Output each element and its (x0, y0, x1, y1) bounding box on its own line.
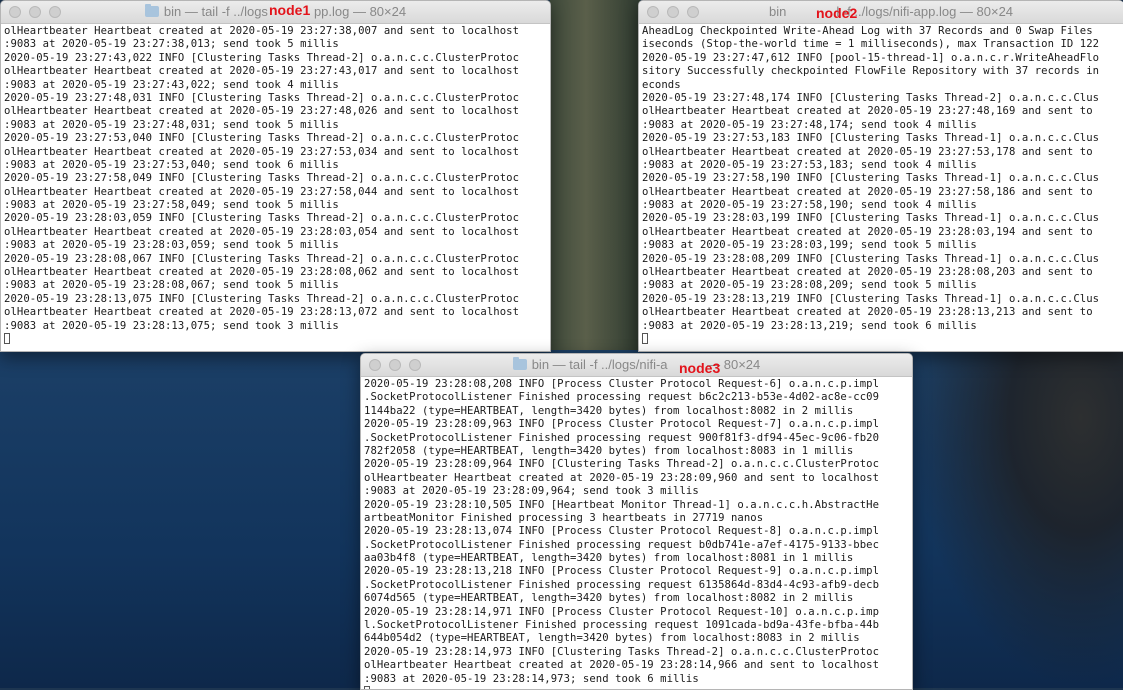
window-title-left: bin — tail -f ../logs/nifi-a (531, 357, 668, 372)
terminal-output[interactable]: 2020-05-19 23:28:08,208 INFO [Process Cl… (361, 377, 912, 689)
log-line: 2020-05-19 23:28:08,067 INFO [Clustering… (4, 252, 520, 265)
log-line: :9083 at 2020-05-19 23:27:58,190; send t… (642, 199, 977, 212)
log-line: :9083 at 2020-05-19 23:28:13,075; send t… (4, 319, 339, 332)
window-title-right: pp.log — 80×24 (313, 4, 407, 19)
log-line: .SocketProtocolListener Finished process… (364, 391, 880, 404)
log-line: 2020-05-19 23:28:13,219 INFO [Clustering… (642, 292, 1100, 305)
log-line: olHeartbeater Heartbeat created at 2020-… (4, 25, 520, 37)
window-title-right: l -f ../logs/nifi-app.log — 80×24 (836, 4, 1014, 19)
desktop-wallpaper-rock (912, 350, 1123, 688)
cursor-icon (642, 332, 648, 344)
log-line: 6074d565 (type=HEARTBEAT, length=3420 by… (364, 592, 854, 605)
log-line: olHeartbeater Heartbeat created at 2020-… (642, 266, 1093, 279)
log-line: olHeartbeater Heartbeat created at 2020-… (4, 225, 520, 238)
log-line: :9083 at 2020-05-19 23:28:14,973; send t… (364, 672, 699, 685)
log-line: :9083 at 2020-05-19 23:27:38,013; send t… (4, 38, 339, 51)
terminal-output[interactable]: olHeartbeater Heartbeat created at 2020-… (1, 24, 550, 346)
folder-icon (144, 4, 159, 17)
log-line: 2020-05-19 23:27:58,049 INFO [Clustering… (4, 172, 520, 185)
log-line: :9083 at 2020-05-19 23:28:09,964; send t… (364, 485, 699, 498)
log-line: 2020-05-19 23:28:03,199 INFO [Clustering… (642, 212, 1100, 225)
zoom-button[interactable] (687, 6, 699, 18)
log-line: 2020-05-19 23:28:03,059 INFO [Clustering… (4, 212, 520, 225)
log-line: olHeartbeater Heartbeat created at 2020-… (642, 105, 1093, 118)
folder-icon (512, 357, 527, 370)
log-line: olHeartbeater Heartbeat created at 2020-… (4, 306, 520, 319)
desktop-wallpaper-cliff (550, 0, 640, 350)
node-annotation-label: node2 (816, 5, 858, 21)
log-line: .SocketProtocolListener Finished process… (364, 538, 880, 551)
log-line: .SocketProtocolListener Finished process… (364, 431, 880, 444)
log-line: olHeartbeater Heartbeat created at 2020-… (364, 471, 880, 484)
log-line: :9083 at 2020-05-19 23:28:08,209; send t… (642, 279, 977, 292)
log-line: olHeartbeater Heartbeat created at 2020-… (642, 145, 1093, 158)
log-line: econds (642, 78, 681, 91)
log-line: 782f2058 (type=HEARTBEAT, length=3420 by… (364, 444, 854, 457)
log-line: .SocketProtocolListener Finished process… (364, 578, 880, 591)
window-titlebar[interactable]: bin l -f ../logs/nifi-app.log — 80×24 nod… (639, 1, 1123, 24)
cursor-line (642, 332, 1123, 346)
log-line: 2020-05-19 23:27:48,174 INFO [Clustering… (642, 91, 1100, 104)
log-line: :9083 at 2020-05-19 23:28:03,059; send t… (4, 239, 339, 252)
log-line: 2020-05-19 23:28:08,209 INFO [Clustering… (642, 252, 1100, 265)
log-line: 2020-05-19 23:28:13,074 INFO [Process Cl… (364, 525, 880, 538)
log-line: 1144ba22 (type=HEARTBEAT, length=3420 by… (364, 404, 854, 417)
log-line: 2020-05-19 23:28:14,973 INFO [Clustering… (364, 645, 880, 658)
log-line: 2020-05-19 23:27:53,183 INFO [Clustering… (642, 132, 1100, 145)
close-button[interactable] (647, 6, 659, 18)
log-line: olHeartbeater Heartbeat created at 2020-… (4, 105, 520, 118)
window-title: bin — tail -f ../logs/nifi-a — 80×24 (361, 357, 912, 372)
log-line: :9083 at 2020-05-19 23:27:48,174; send t… (642, 118, 977, 131)
log-line: olHeartbeater Heartbeat created at 2020-… (642, 306, 1093, 319)
log-line: 644b054d2 (type=HEARTBEAT, length=3420 b… (364, 632, 860, 645)
log-line: :9083 at 2020-05-19 23:27:43,022; send t… (4, 78, 339, 91)
log-line: olHeartbeater Heartbeat created at 2020-… (4, 266, 520, 279)
terminal-window-node1[interactable]: bin — tail -f ../logs pp.log — 80×24 node… (0, 0, 551, 352)
log-line: 2020-05-19 23:27:43,022 INFO [Clustering… (4, 51, 520, 64)
log-line: olHeartbeater Heartbeat created at 2020-… (364, 659, 880, 672)
log-line: :9083 at 2020-05-19 23:28:03,199; send t… (642, 239, 977, 252)
log-line: olHeartbeater Heartbeat created at 2020-… (4, 65, 520, 78)
log-line: :9083 at 2020-05-19 23:28:08,067; send t… (4, 279, 339, 292)
log-line: sitory Successfully checkpointed FlowFil… (642, 65, 1100, 78)
log-line: 2020-05-19 23:28:14,971 INFO [Process Cl… (364, 605, 880, 618)
minimize-button[interactable] (667, 6, 679, 18)
log-line: olHeartbeater Heartbeat created at 2020-… (642, 225, 1093, 238)
log-line: 2020-05-19 23:28:13,218 INFO [Process Cl… (364, 565, 880, 578)
window-title-left: bin (769, 4, 787, 19)
cursor-icon (4, 332, 10, 344)
log-line: 2020-05-19 23:28:09,963 INFO [Process Cl… (364, 418, 880, 431)
log-line: olHeartbeater Heartbeat created at 2020-… (4, 185, 520, 198)
cursor-line (4, 332, 550, 346)
window-titlebar[interactable]: bin — tail -f ../logs/nifi-a — 80×24 nod… (361, 354, 912, 377)
log-line: 2020-05-19 23:28:13,075 INFO [Clustering… (4, 292, 520, 305)
log-line: :9083 at 2020-05-19 23:28:13,219; send t… (642, 319, 977, 332)
log-line: l.SocketProtocolListener Finished proces… (364, 619, 880, 632)
window-title-left: bin — tail -f ../logs (163, 4, 268, 19)
log-line: olHeartbeater Heartbeat created at 2020-… (4, 145, 520, 158)
log-line: 2020-05-19 23:28:08,208 INFO [Process Cl… (364, 378, 880, 390)
log-line: iseconds (Stop-the-world time = 1 millis… (642, 38, 1100, 51)
log-line: 2020-05-19 23:27:53,040 INFO [Clustering… (4, 132, 520, 145)
log-line: 2020-05-19 23:28:10,505 INFO [Heartbeat … (364, 498, 880, 511)
log-line: 2020-05-19 23:27:48,031 INFO [Clustering… (4, 91, 520, 104)
log-line: 2020-05-19 23:28:09,964 INFO [Clustering… (364, 458, 880, 471)
node-annotation-label: node1 (269, 2, 311, 18)
log-line: olHeartbeater Heartbeat created at 2020-… (642, 185, 1093, 198)
log-line: :9083 at 2020-05-19 23:27:53,183; send t… (642, 158, 977, 171)
window-titlebar[interactable]: bin — tail -f ../logs pp.log — 80×24 node… (1, 1, 550, 24)
log-line: AheadLog Checkpointed Write-Ahead Log wi… (642, 25, 1093, 37)
log-line: aa03b4f8 (type=HEARTBEAT, length=3420 by… (364, 552, 854, 565)
terminal-window-node3[interactable]: bin — tail -f ../logs/nifi-a — 80×24 nod… (360, 353, 913, 690)
log-line: artbeatMonitor Finished processing 3 hea… (364, 511, 764, 524)
window-controls (647, 6, 699, 18)
terminal-output[interactable]: AheadLog Checkpointed Write-Ahead Log wi… (639, 24, 1123, 346)
terminal-window-node2[interactable]: bin l -f ../logs/nifi-app.log — 80×24 nod… (638, 0, 1123, 352)
log-line: :9083 at 2020-05-19 23:27:53,040; send t… (4, 158, 339, 171)
log-line: 2020-05-19 23:27:58,190 INFO [Clustering… (642, 172, 1100, 185)
log-line: 2020-05-19 23:27:47,612 INFO [pool-15-th… (642, 51, 1100, 64)
log-line: :9083 at 2020-05-19 23:27:58,049; send t… (4, 199, 339, 212)
node-annotation-label: node3 (679, 360, 721, 376)
log-line: :9083 at 2020-05-19 23:27:48,031; send t… (4, 118, 339, 131)
